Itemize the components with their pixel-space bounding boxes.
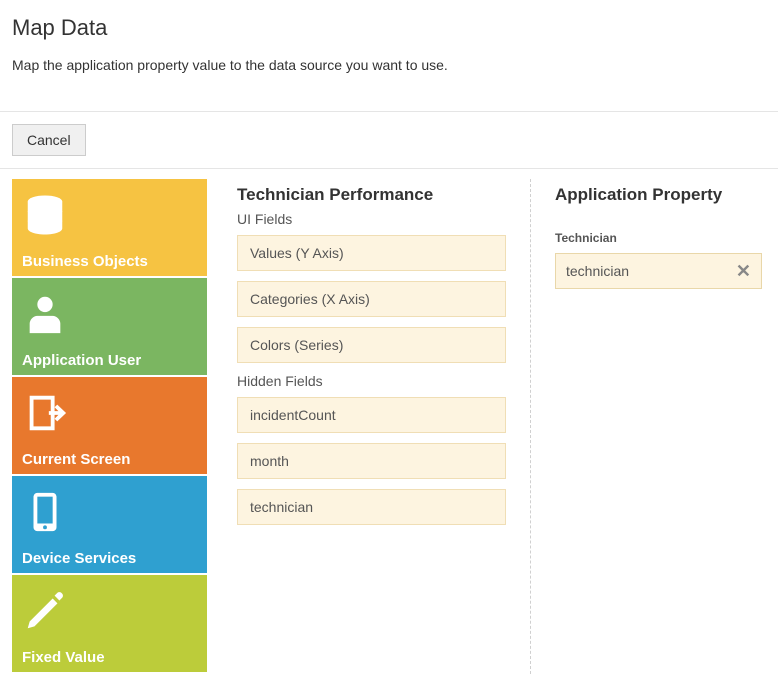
- tile-device-services[interactable]: Device Services: [12, 476, 207, 573]
- close-icon[interactable]: ✕: [736, 262, 751, 280]
- pencil-icon: [22, 585, 197, 637]
- ui-field-item[interactable]: Values (Y Axis): [237, 235, 506, 271]
- tile-business-objects[interactable]: Business Objects: [12, 179, 207, 276]
- property-panel: Application Property Technician technici…: [531, 179, 766, 289]
- ui-field-item[interactable]: Categories (X Axis): [237, 281, 506, 317]
- tile-label: Fixed Value: [22, 649, 197, 666]
- hidden-field-item[interactable]: month: [237, 443, 506, 479]
- hidden-fields-label: Hidden Fields: [237, 373, 506, 389]
- ui-field-item[interactable]: Colors (Series): [237, 327, 506, 363]
- source-tiles: Business Objects Application User Curren…: [12, 179, 207, 674]
- main-columns: Business Objects Application User Curren…: [0, 169, 778, 684]
- page-description: Map the application property value to th…: [12, 57, 766, 73]
- tile-application-user[interactable]: Application User: [12, 278, 207, 375]
- cancel-button[interactable]: Cancel: [12, 124, 86, 156]
- screen-arrow-icon: [22, 387, 197, 439]
- ui-fields-label: UI Fields: [237, 211, 506, 227]
- tile-label: Current Screen: [22, 451, 197, 468]
- property-panel-title: Application Property: [555, 185, 762, 205]
- property-label: Technician: [555, 231, 762, 245]
- tile-label: Application User: [22, 352, 197, 369]
- hidden-field-item[interactable]: technician: [237, 489, 506, 525]
- hidden-field-item[interactable]: incidentCount: [237, 397, 506, 433]
- tile-current-screen[interactable]: Current Screen: [12, 377, 207, 474]
- action-bar: Cancel: [0, 112, 778, 168]
- property-value-box[interactable]: technician ✕: [555, 253, 762, 289]
- database-icon: [22, 189, 197, 241]
- mobile-icon: [22, 486, 197, 538]
- fields-panel: Technician Performance UI Fields Values …: [207, 179, 530, 535]
- tile-label: Business Objects: [22, 253, 197, 270]
- fields-panel-title: Technician Performance: [237, 185, 506, 205]
- page-title: Map Data: [12, 15, 766, 41]
- user-icon: [22, 288, 197, 340]
- tile-label: Device Services: [22, 550, 197, 567]
- property-value-text: technician: [566, 263, 629, 279]
- tile-fixed-value[interactable]: Fixed Value: [12, 575, 207, 672]
